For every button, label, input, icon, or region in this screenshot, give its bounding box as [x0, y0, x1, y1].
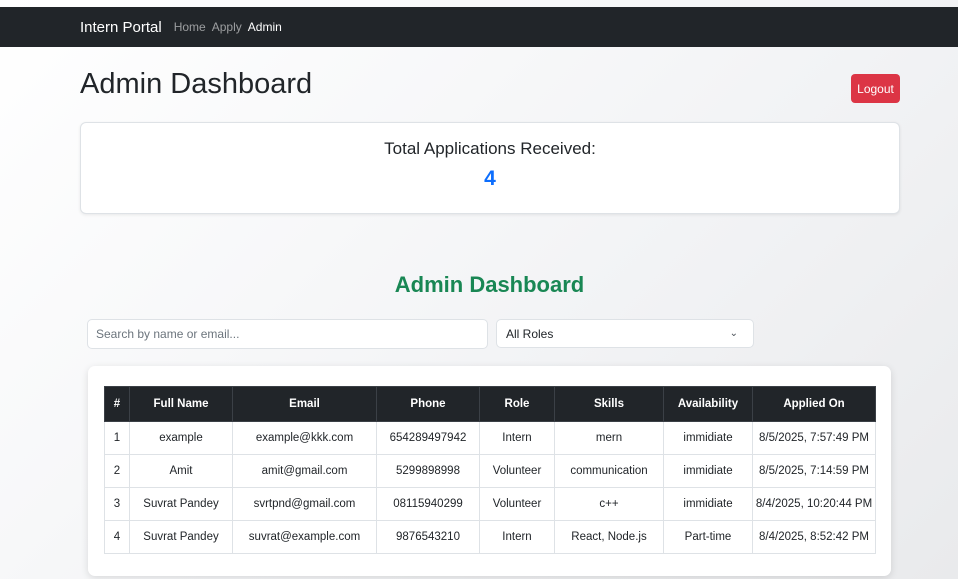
- table-row: 4 Suvrat Pandey suvrat@example.com 98765…: [104, 520, 876, 554]
- total-applications-label: Total Applications Received:: [384, 139, 596, 158]
- page-title: Admin Dashboard: [80, 68, 313, 100]
- table-row: 1 example example@kkk.com 654289497942 I…: [104, 421, 876, 455]
- skills-cell: React, Node.js: [554, 520, 664, 554]
- email-cell: suvrat@example.com: [232, 520, 377, 554]
- email-cell: example@kkk.com: [232, 421, 377, 455]
- phone-cell: 654289497942: [376, 421, 480, 455]
- role-cell: Volunteer: [479, 487, 555, 521]
- nav-link-apply[interactable]: Apply: [212, 20, 242, 34]
- availability-cell: Part-time: [663, 520, 753, 554]
- applications-table-card: # Full Name Email Phone Role Skills Avai…: [88, 366, 891, 576]
- table-header-row: # Full Name Email Phone Role Skills Avai…: [104, 386, 876, 422]
- column-header-role: Role: [479, 386, 555, 422]
- row-number: 2: [104, 454, 130, 488]
- row-number: 3: [104, 487, 130, 521]
- email-cell: amit@gmail.com: [232, 454, 377, 488]
- applied-on-cell: 8/5/2025, 7:14:59 PM: [752, 454, 876, 488]
- top-navbar: Intern Portal Home Apply Admin: [0, 7, 958, 47]
- full-name-cell: Suvrat Pandey: [129, 487, 233, 521]
- email-cell: svrtpnd@gmail.com: [232, 487, 377, 521]
- availability-cell: immidiate: [663, 421, 753, 455]
- column-header-applied-on: Applied On: [752, 386, 876, 422]
- role-cell: Intern: [479, 421, 555, 455]
- table-row: 2 Amit amit@gmail.com 5299898998 Volunte…: [104, 454, 876, 488]
- search-input[interactable]: [87, 319, 488, 349]
- column-header-number: #: [104, 386, 130, 422]
- section-title: Admin Dashboard: [394, 272, 585, 297]
- skills-cell: communication: [554, 454, 664, 488]
- nav-link-admin[interactable]: Admin: [248, 20, 282, 34]
- role-filter-value: All Roles: [506, 326, 554, 341]
- logout-button[interactable]: Logout: [851, 74, 900, 103]
- full-name-cell: Amit: [129, 454, 233, 488]
- skills-cell: c++: [554, 487, 664, 521]
- total-applications-card: Total Applications Received: 4: [80, 122, 900, 214]
- column-header-skills: Skills: [554, 386, 664, 422]
- role-cell: Volunteer: [479, 454, 555, 488]
- skills-cell: mern: [554, 421, 664, 455]
- full-name-cell: Suvrat Pandey: [129, 520, 233, 554]
- row-number: 1: [104, 421, 130, 455]
- total-applications-count: 4: [484, 167, 496, 190]
- applications-table: # Full Name Email Phone Role Skills Avai…: [104, 386, 876, 554]
- role-filter-select[interactable]: All Roles ⌄: [496, 319, 754, 348]
- availability-cell: immidiate: [663, 487, 753, 521]
- column-header-phone: Phone: [376, 386, 480, 422]
- full-name-cell: example: [129, 421, 233, 455]
- applied-on-cell: 8/5/2025, 7:57:49 PM: [752, 421, 876, 455]
- availability-cell: immidiate: [663, 454, 753, 488]
- column-header-email: Email: [232, 386, 377, 422]
- applied-on-cell: 8/4/2025, 10:20:44 PM: [752, 487, 876, 521]
- nav-link-home[interactable]: Home: [174, 20, 206, 34]
- phone-cell: 9876543210: [376, 520, 480, 554]
- role-cell: Intern: [479, 520, 555, 554]
- column-header-full-name: Full Name: [129, 386, 233, 422]
- brand-link[interactable]: Intern Portal: [80, 19, 162, 36]
- table-row: 3 Suvrat Pandey svrtpnd@gmail.com 081159…: [104, 487, 876, 521]
- applied-on-cell: 8/4/2025, 8:52:42 PM: [752, 520, 876, 554]
- phone-cell: 08115940299: [376, 487, 480, 521]
- column-header-availability: Availability: [663, 386, 753, 422]
- row-number: 4: [104, 520, 130, 554]
- phone-cell: 5299898998: [376, 454, 480, 488]
- chevron-down-icon: ⌄: [729, 328, 738, 339]
